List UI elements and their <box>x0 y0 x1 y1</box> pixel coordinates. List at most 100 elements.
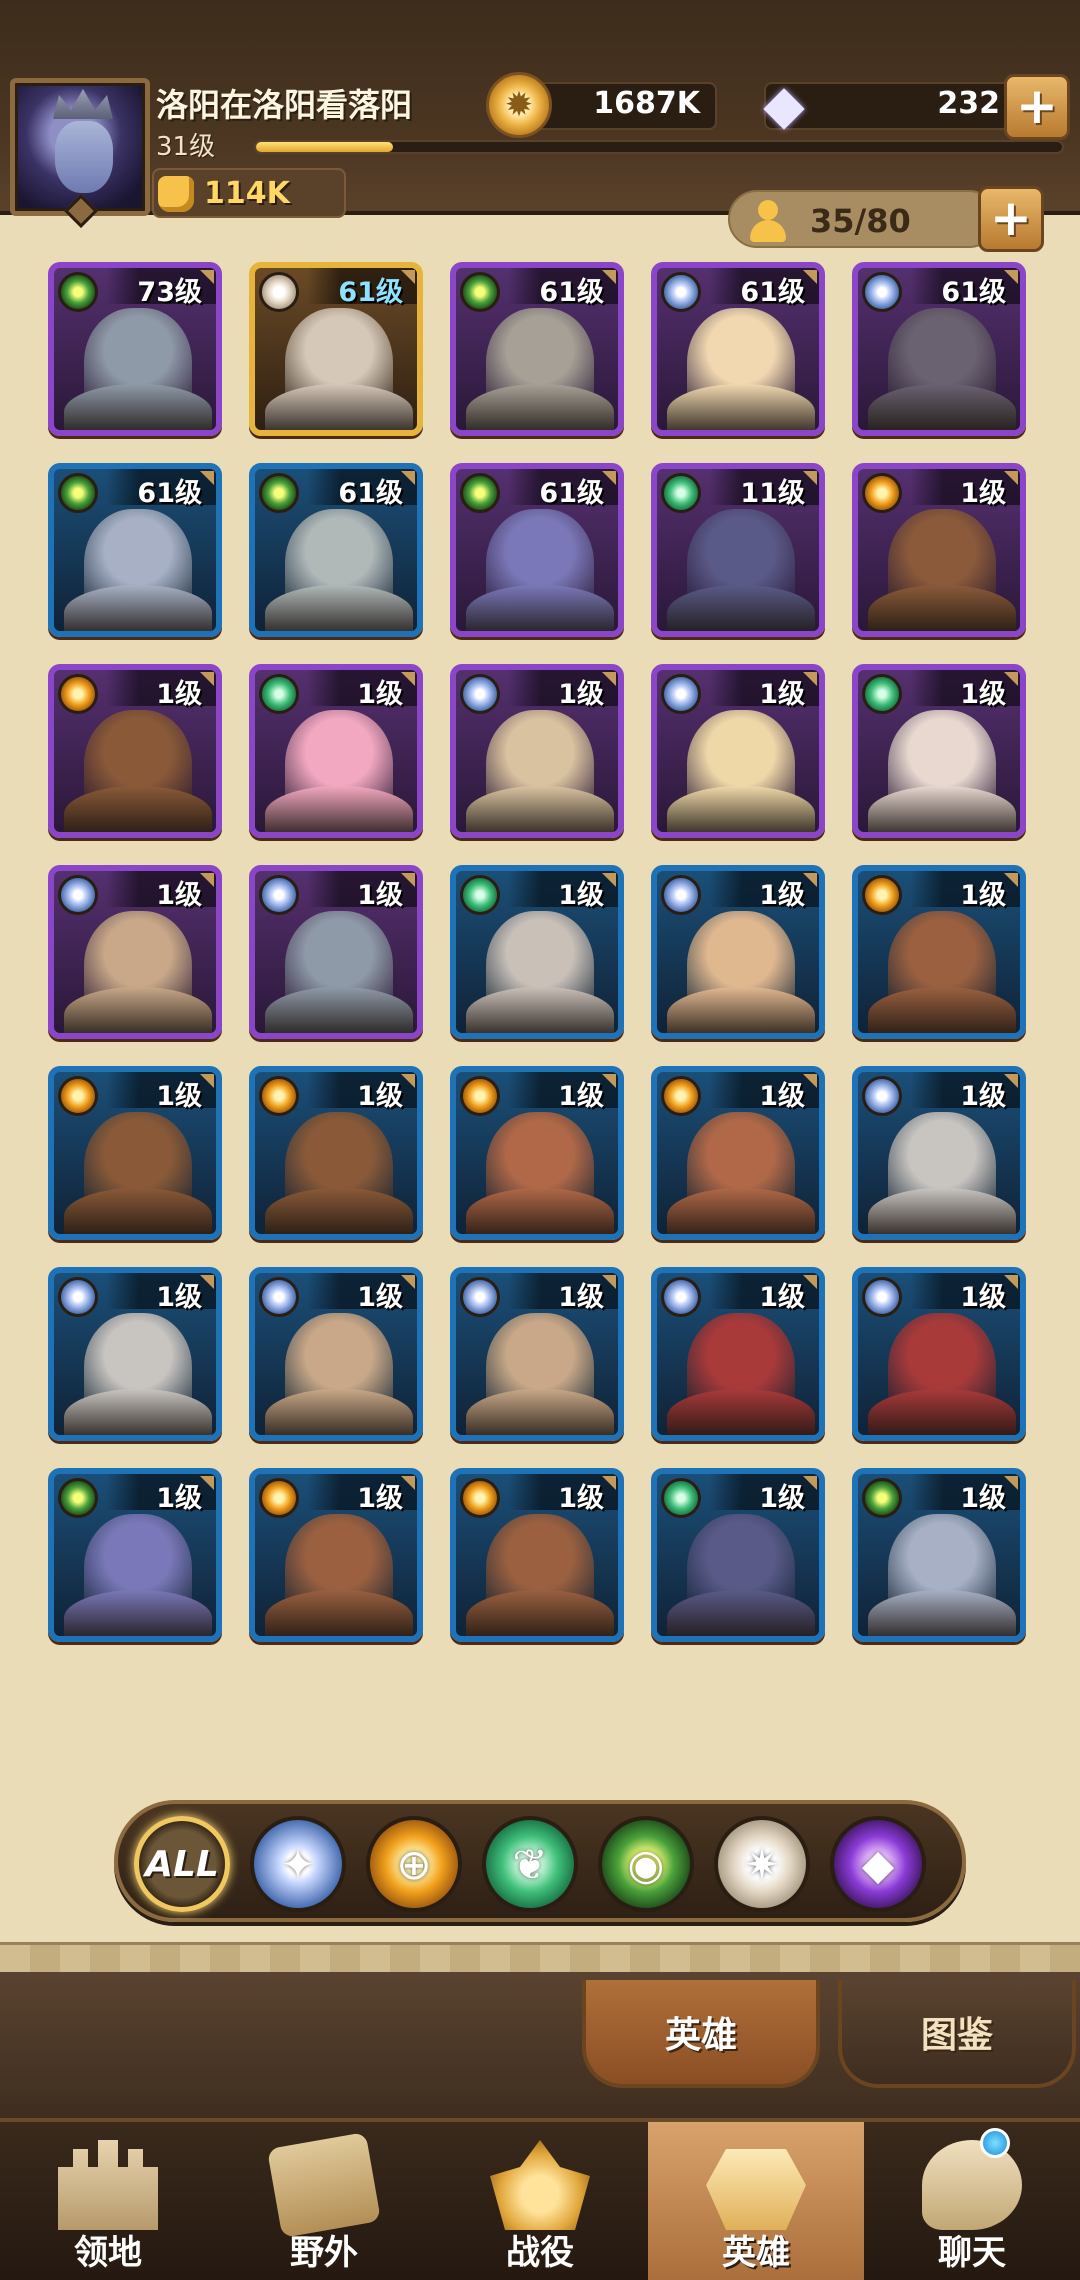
bottom-nav: 领地 野外 战役 英雄 聊天 <box>0 2118 1080 2280</box>
hero-portrait-body <box>868 786 1016 832</box>
hero-portrait-body <box>265 987 413 1033</box>
diamond-icon: ◆ <box>763 72 805 136</box>
hero-slots-value: 35/80 <box>810 202 911 240</box>
add-gems-button[interactable]: + <box>1004 74 1070 140</box>
hero-card[interactable]: 61级 <box>450 262 624 436</box>
hero-card[interactable]: 1级 <box>450 664 624 838</box>
hero-portrait-body <box>64 384 212 430</box>
hero-portrait-body <box>64 987 212 1033</box>
nav-helmet-hero[interactable]: 英雄 <box>648 2122 864 2280</box>
filter-celestial[interactable]: ✷ <box>714 1816 810 1912</box>
hero-level: 1级 <box>960 1282 1006 1313</box>
hero-card[interactable]: 1级 <box>852 463 1026 637</box>
nav-scroll[interactable]: 野外 <box>216 2122 432 2280</box>
hero-card[interactable]: 1级 <box>249 1267 423 1441</box>
faction-icon <box>862 272 902 312</box>
filter-wilder[interactable]: ❦ <box>482 1816 578 1912</box>
player-level: 31级 <box>156 132 216 162</box>
nav-bubble[interactable]: 聊天 <box>864 2122 1080 2280</box>
hero-portrait-body <box>466 384 614 430</box>
filter-graveborn[interactable]: ◉ <box>598 1816 694 1912</box>
xp-bar-fill <box>256 142 394 152</box>
tab-codex[interactable]: 图鉴 <box>838 1980 1076 2088</box>
filter-lightbearer[interactable]: ✦ <box>250 1816 346 1912</box>
faction-icon <box>661 1076 701 1116</box>
power-value: 114K <box>204 176 290 211</box>
hero-level: 1级 <box>759 1282 805 1313</box>
hero-portrait-body <box>64 585 212 631</box>
faction-icon <box>259 1478 299 1518</box>
helmet-hero-icon <box>706 2149 806 2230</box>
lightbearer-icon: ✦ <box>280 1839 316 1889</box>
hero-level: 61级 <box>338 277 403 308</box>
hero-card[interactable]: 1级 <box>450 1066 624 1240</box>
hero-level: 1级 <box>156 880 202 911</box>
faction-icon <box>661 272 701 312</box>
hero-level: 1级 <box>759 880 805 911</box>
hero-card[interactable]: 1级 <box>852 1468 1026 1642</box>
hero-card[interactable]: 11级 <box>651 463 825 637</box>
hero-card[interactable]: 1级 <box>852 1066 1026 1240</box>
hero-card[interactable]: 1级 <box>651 865 825 1039</box>
hero-portrait-body <box>868 585 1016 631</box>
hero-card[interactable]: 1级 <box>852 865 1026 1039</box>
hero-card[interactable]: 1级 <box>48 1066 222 1240</box>
filter-hypogean[interactable]: ◆ <box>830 1816 926 1912</box>
hero-card[interactable]: 1级 <box>48 664 222 838</box>
hero-card[interactable]: 1级 <box>450 1468 624 1642</box>
hero-card[interactable]: 1级 <box>48 865 222 1039</box>
hero-portrait-body <box>265 786 413 832</box>
tab-heroes[interactable]: 英雄 <box>582 1980 820 2088</box>
hero-level: 61级 <box>137 478 202 509</box>
hero-card[interactable]: 61级 <box>450 463 624 637</box>
gem-value: 232 <box>937 86 1000 121</box>
bubble-icon <box>922 2140 1022 2230</box>
hero-card[interactable]: 1级 <box>249 1066 423 1240</box>
faction-icon <box>58 473 98 513</box>
add-hero-slots-button[interactable]: + <box>978 186 1044 252</box>
faction-icon <box>460 473 500 513</box>
hero-card[interactable]: 1级 <box>651 1468 825 1642</box>
hero-portrait-body <box>466 1188 614 1234</box>
hero-level: 1级 <box>357 880 403 911</box>
hero-card[interactable]: 1级 <box>852 664 1026 838</box>
hero-level: 61级 <box>338 478 403 509</box>
hero-card[interactable]: 61级 <box>249 463 423 637</box>
nav-helmet-gold[interactable]: 战役 <box>432 2122 648 2280</box>
hero-level: 1级 <box>357 679 403 710</box>
player-avatar[interactable] <box>10 78 150 228</box>
hero-card[interactable]: 61级 <box>249 262 423 436</box>
hero-card[interactable]: 61级 <box>48 463 222 637</box>
faction-icon <box>259 1076 299 1116</box>
xp-bar <box>254 140 1064 154</box>
hero-card[interactable]: 1级 <box>651 664 825 838</box>
faction-icon <box>661 1277 701 1317</box>
hero-level: 1级 <box>357 1483 403 1514</box>
hero-card[interactable]: 1级 <box>450 865 624 1039</box>
hero-portrait-body <box>868 384 1016 430</box>
filter-mauler[interactable]: ⊕ <box>366 1816 462 1912</box>
faction-icon <box>58 674 98 714</box>
hero-portrait-body <box>466 786 614 832</box>
hero-card[interactable]: 1级 <box>249 664 423 838</box>
hero-portrait-body <box>64 1590 212 1636</box>
hero-card[interactable]: 61级 <box>651 262 825 436</box>
filter-all[interactable]: ALL <box>134 1816 230 1912</box>
hero-card[interactable]: 1级 <box>651 1267 825 1441</box>
hero-card[interactable]: 61级 <box>852 262 1026 436</box>
hero-portrait-body <box>265 384 413 430</box>
hero-card[interactable]: 1级 <box>450 1267 624 1441</box>
hero-card[interactable]: 1级 <box>651 1066 825 1240</box>
hero-card[interactable]: 1级 <box>249 865 423 1039</box>
wilder-icon: ❦ <box>512 1839 548 1889</box>
hero-card[interactable]: 1级 <box>852 1267 1026 1441</box>
faction-icon <box>460 1076 500 1116</box>
hero-card[interactable]: 1级 <box>48 1267 222 1441</box>
hero-card[interactable]: 1级 <box>48 1468 222 1642</box>
hero-card[interactable]: 1级 <box>249 1468 423 1642</box>
hero-level: 11级 <box>740 478 805 509</box>
hero-level: 61级 <box>539 277 604 308</box>
hero-card[interactable]: 73级 <box>48 262 222 436</box>
scroll-icon <box>266 2132 382 2238</box>
nav-castle[interactable]: 领地 <box>0 2122 216 2280</box>
